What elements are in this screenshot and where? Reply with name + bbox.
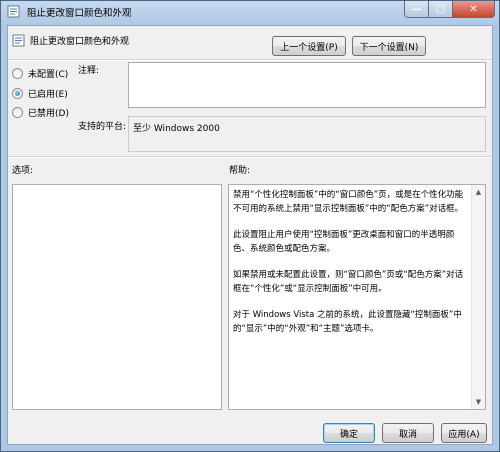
help-paragraph: 禁用“个性化控制面板”中的“窗口颜色”页，或是在个性化功能不可用的系统上禁用“显… <box>233 190 464 214</box>
help-paragraph: 如果禁用或未配置此设置，则“窗口颜色”页或“配色方案”对话框在“个性化”或“显示… <box>233 270 464 294</box>
policy-title: 阻止更改窗口颜色和外观 <box>30 37 130 47</box>
help-paragraph: 对于 Windows Vista 之前的系统，此设置隐藏“控制面板”中的“显示”… <box>233 310 462 334</box>
platform-field: 至少 Windows 2000 <box>128 116 486 152</box>
radio-not-configured[interactable]: 未配置(C) <box>12 67 68 80</box>
radio-button[interactable] <box>12 68 23 79</box>
platform-label: 支持的平台: <box>78 122 127 132</box>
radio-label-not-configured: 未配置(C) <box>28 70 69 80</box>
dialog-client-area: 阻止更改窗口颜色和外观 上一个设置(P) 下一个设置(N) 未配置(C) 已启用… <box>7 25 493 445</box>
help-paragraph: 此设置阻止用户使用“控制面板”更改桌面和窗口的半透明颜色、系统颜色或配色方案。 <box>233 230 455 254</box>
apply-button[interactable]: 应用(A) <box>441 423 487 443</box>
help-pane[interactable]: 禁用“个性化控制面板”中的“窗口颜色”页，或是在个性化功能不可用的系统上禁用“显… <box>228 184 486 410</box>
scroll-down-arrow-icon[interactable]: ▼ <box>472 395 485 409</box>
cancel-button[interactable]: 取消 <box>382 423 434 443</box>
policy-settings-icon <box>7 5 20 18</box>
previous-setting-button[interactable]: 上一个设置(P) <box>272 36 346 56</box>
section-separator <box>8 156 492 158</box>
help-scrollbar[interactable]: ▲ ▼ <box>471 185 485 409</box>
radio-label-enabled: 已启用(E) <box>28 90 68 100</box>
window-title: 阻止更改窗口颜色和外观 <box>27 8 132 19</box>
options-pane <box>12 184 222 410</box>
comment-label: 注释: <box>78 66 100 76</box>
radio-enabled[interactable]: 已启用(E) <box>12 87 68 100</box>
maximize-button[interactable]: □ <box>429 1 453 18</box>
options-label: 选项: <box>12 166 34 176</box>
close-button[interactable]: ✕ <box>453 1 495 18</box>
title-bar[interactable]: 阻止更改窗口颜色和外观 — □ ✕ <box>1 1 499 23</box>
next-setting-button[interactable]: 下一个设置(N) <box>352 36 426 56</box>
radio-label-disabled: 已禁用(D) <box>28 109 69 119</box>
header-separator <box>8 59 492 61</box>
radio-button-selected[interactable] <box>12 88 23 99</box>
help-text: 禁用“个性化控制面板”中的“窗口颜色”页，或是在个性化功能不可用的系统上禁用“显… <box>233 188 469 348</box>
comment-textarea[interactable] <box>128 62 486 108</box>
radio-disabled[interactable]: 已禁用(D) <box>12 106 69 119</box>
platform-value: 至少 Windows 2000 <box>133 124 220 134</box>
scroll-up-arrow-icon[interactable]: ▲ <box>472 185 485 199</box>
radio-button[interactable] <box>12 107 23 118</box>
ok-button[interactable]: 确定 <box>323 423 375 443</box>
minimize-button[interactable]: — <box>404 1 429 18</box>
policy-settings-icon <box>12 34 25 47</box>
policy-dialog-window: 阻止更改窗口颜色和外观 — □ ✕ 阻止更改窗口颜色和外观 上一个设置(P) 下… <box>0 0 500 452</box>
help-label: 帮助: <box>229 166 251 176</box>
